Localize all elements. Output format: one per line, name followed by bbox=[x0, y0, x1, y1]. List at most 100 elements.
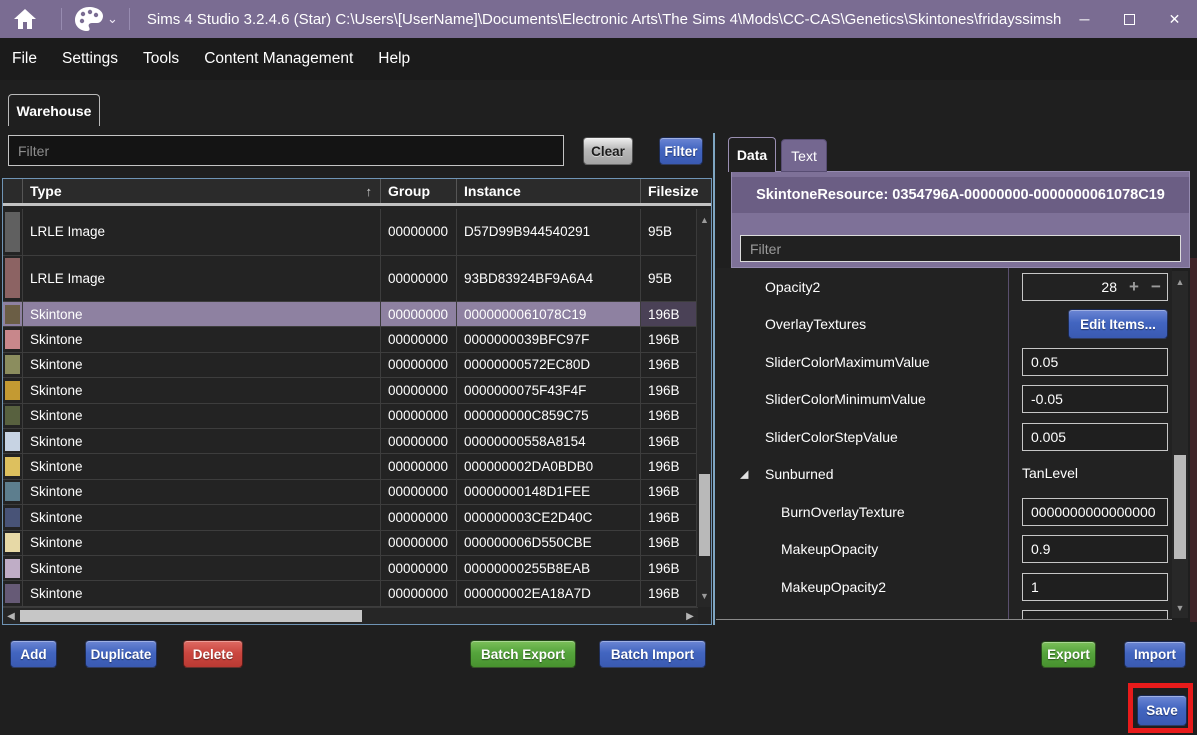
expander-icon[interactable]: ◢ bbox=[740, 468, 748, 481]
property-value-input[interactable] bbox=[1022, 610, 1168, 620]
table-header: Type ↑ Group Instance Filesize bbox=[3, 179, 711, 206]
table-row[interactable]: LRLE Image0000000093BD83924BF9A6A495B bbox=[3, 256, 698, 303]
vertical-scroll-thumb[interactable] bbox=[699, 474, 710, 556]
table-row[interactable]: Skintone00000000000000000C859C75196B bbox=[3, 404, 698, 429]
home-icon[interactable] bbox=[0, 0, 50, 38]
menu-item-file[interactable]: File bbox=[12, 50, 37, 68]
cell-type: Skintone bbox=[23, 429, 381, 453]
table-horizontal-scrollbar[interactable]: ◀ ▶ bbox=[3, 607, 698, 624]
cell-instance: 00000000255B8EAB bbox=[457, 556, 641, 580]
import-button[interactable]: Import bbox=[1124, 641, 1186, 668]
batch-import-button[interactable]: Batch Import bbox=[599, 640, 706, 668]
property-filter-input[interactable] bbox=[740, 235, 1181, 262]
horizontal-scroll-thumb[interactable] bbox=[20, 610, 362, 622]
color-swatch bbox=[5, 584, 20, 603]
add-button[interactable]: Add bbox=[10, 640, 57, 668]
scroll-up-icon[interactable]: ▲ bbox=[1172, 275, 1188, 289]
scroll-down-icon[interactable]: ▼ bbox=[697, 589, 712, 603]
filter-button[interactable]: Filter bbox=[659, 137, 703, 165]
color-swatch bbox=[5, 533, 20, 552]
column-header-group[interactable]: Group bbox=[381, 179, 457, 203]
swatch-cell bbox=[3, 256, 23, 302]
cell-instance: 000000002EA18A7D bbox=[457, 581, 641, 605]
table-row[interactable]: Skintone0000000000000000148D1FEE196B bbox=[3, 480, 698, 505]
table-row[interactable]: Skintone00000000000000002DA0BDB0196B bbox=[3, 454, 698, 479]
property-value: 28+− bbox=[1022, 273, 1168, 301]
cell-instance: 0000000039BFC97F bbox=[457, 327, 641, 351]
chevron-down-icon[interactable]: ⌄ bbox=[107, 11, 118, 27]
property-value-input[interactable] bbox=[1022, 498, 1168, 526]
palette-icon[interactable] bbox=[73, 0, 105, 38]
close-button[interactable]: ✕ bbox=[1152, 0, 1197, 38]
tab-warehouse[interactable]: Warehouse bbox=[8, 94, 100, 126]
delete-button[interactable]: Delete bbox=[183, 640, 243, 668]
cell-group: 00000000 bbox=[381, 556, 457, 580]
cell-filesize: 196B bbox=[641, 480, 698, 504]
cell-instance: 000000006D550CBE bbox=[457, 531, 641, 555]
cell-type: Skintone bbox=[23, 302, 381, 326]
property-scroll-thumb[interactable] bbox=[1174, 455, 1186, 559]
cell-group: 00000000 bbox=[381, 581, 457, 605]
table-vertical-scrollbar[interactable]: ▲ ▼ bbox=[696, 209, 711, 607]
cell-filesize: 196B bbox=[641, 454, 698, 478]
property-row: OverlayTexturesEdit Items... bbox=[716, 306, 1172, 344]
menu-item-tools[interactable]: Tools bbox=[143, 50, 179, 68]
property-scrollbar[interactable]: ▲ ▼ bbox=[1172, 271, 1188, 618]
batch-export-button[interactable]: Batch Export bbox=[470, 640, 576, 668]
clear-button[interactable]: Clear bbox=[583, 137, 633, 165]
table-row[interactable]: Skintone00000000000000002EA18A7D196B bbox=[3, 581, 698, 606]
table-row[interactable]: Skintone00000000000000006D550CBE196B bbox=[3, 531, 698, 556]
property-value-input[interactable] bbox=[1022, 348, 1168, 376]
minimize-button[interactable]: ─ bbox=[1062, 0, 1107, 38]
table-row[interactable]: Skintone000000000000000039BFC97F196B bbox=[3, 327, 698, 352]
property-value bbox=[1022, 573, 1168, 601]
column-header-swatch[interactable] bbox=[3, 179, 23, 203]
swatch-cell bbox=[3, 556, 23, 580]
maximize-button[interactable] bbox=[1107, 0, 1152, 38]
scroll-right-icon[interactable]: ▶ bbox=[682, 608, 698, 624]
menu-item-help[interactable]: Help bbox=[378, 50, 410, 68]
property-value bbox=[1022, 423, 1168, 451]
column-header-instance[interactable]: Instance bbox=[457, 179, 641, 203]
export-button[interactable]: Export bbox=[1041, 641, 1096, 668]
tab-text[interactable]: Text bbox=[781, 139, 827, 172]
scroll-left-icon[interactable]: ◀ bbox=[3, 608, 19, 624]
minus-icon[interactable]: − bbox=[1145, 277, 1167, 297]
cell-instance: 0000000061078C19 bbox=[457, 302, 641, 326]
column-header-filesize[interactable]: Filesize bbox=[641, 179, 698, 203]
stepper-value[interactable]: 28 bbox=[1023, 279, 1123, 295]
scroll-down-icon[interactable]: ▼ bbox=[1172, 601, 1188, 615]
cell-group: 00000000 bbox=[381, 454, 457, 478]
cell-instance: 00000000148D1FEE bbox=[457, 480, 641, 504]
cell-group: 00000000 bbox=[381, 256, 457, 302]
swatch-cell bbox=[3, 505, 23, 529]
table-row[interactable]: Skintone0000000000000000255B8EAB196B bbox=[3, 556, 698, 581]
cell-type: Skintone bbox=[23, 581, 381, 605]
property-row: SliderColorStepValue bbox=[716, 418, 1172, 456]
warehouse-filter-input[interactable] bbox=[8, 135, 564, 166]
tab-data[interactable]: Data bbox=[728, 137, 776, 172]
table-row[interactable]: Skintone0000000000000000572EC80D196B bbox=[3, 353, 698, 378]
property-value-input[interactable] bbox=[1022, 385, 1168, 413]
property-value-input[interactable] bbox=[1022, 573, 1168, 601]
sort-ascending-icon[interactable]: ↑ bbox=[366, 184, 373, 199]
table-row[interactable]: LRLE Image00000000D57D99B94454029195B bbox=[3, 209, 698, 256]
column-header-type[interactable]: Type ↑ bbox=[23, 179, 381, 203]
edit-items-button[interactable]: Edit Items... bbox=[1068, 309, 1168, 339]
duplicate-button[interactable]: Duplicate bbox=[85, 640, 157, 668]
cell-filesize: 95B bbox=[641, 209, 698, 255]
swatch-cell bbox=[3, 302, 23, 326]
property-value-input[interactable] bbox=[1022, 535, 1168, 563]
table-row[interactable]: Skintone0000000000000000558A8154196B bbox=[3, 429, 698, 454]
menu-item-settings[interactable]: Settings bbox=[62, 50, 118, 68]
scroll-up-icon[interactable]: ▲ bbox=[697, 213, 712, 227]
panel-splitter[interactable] bbox=[713, 133, 715, 625]
table-row[interactable]: Skintone000000000000000061078C19196B bbox=[3, 302, 698, 327]
cell-filesize: 196B bbox=[641, 505, 698, 529]
property-value-input[interactable] bbox=[1022, 423, 1168, 451]
plus-icon[interactable]: + bbox=[1123, 277, 1145, 297]
color-swatch bbox=[5, 406, 20, 425]
table-row[interactable]: Skintone00000000000000003CE2D40C196B bbox=[3, 505, 698, 530]
table-row[interactable]: Skintone000000000000000075F43F4F196B bbox=[3, 378, 698, 403]
menu-item-content-management[interactable]: Content Management bbox=[204, 50, 353, 68]
